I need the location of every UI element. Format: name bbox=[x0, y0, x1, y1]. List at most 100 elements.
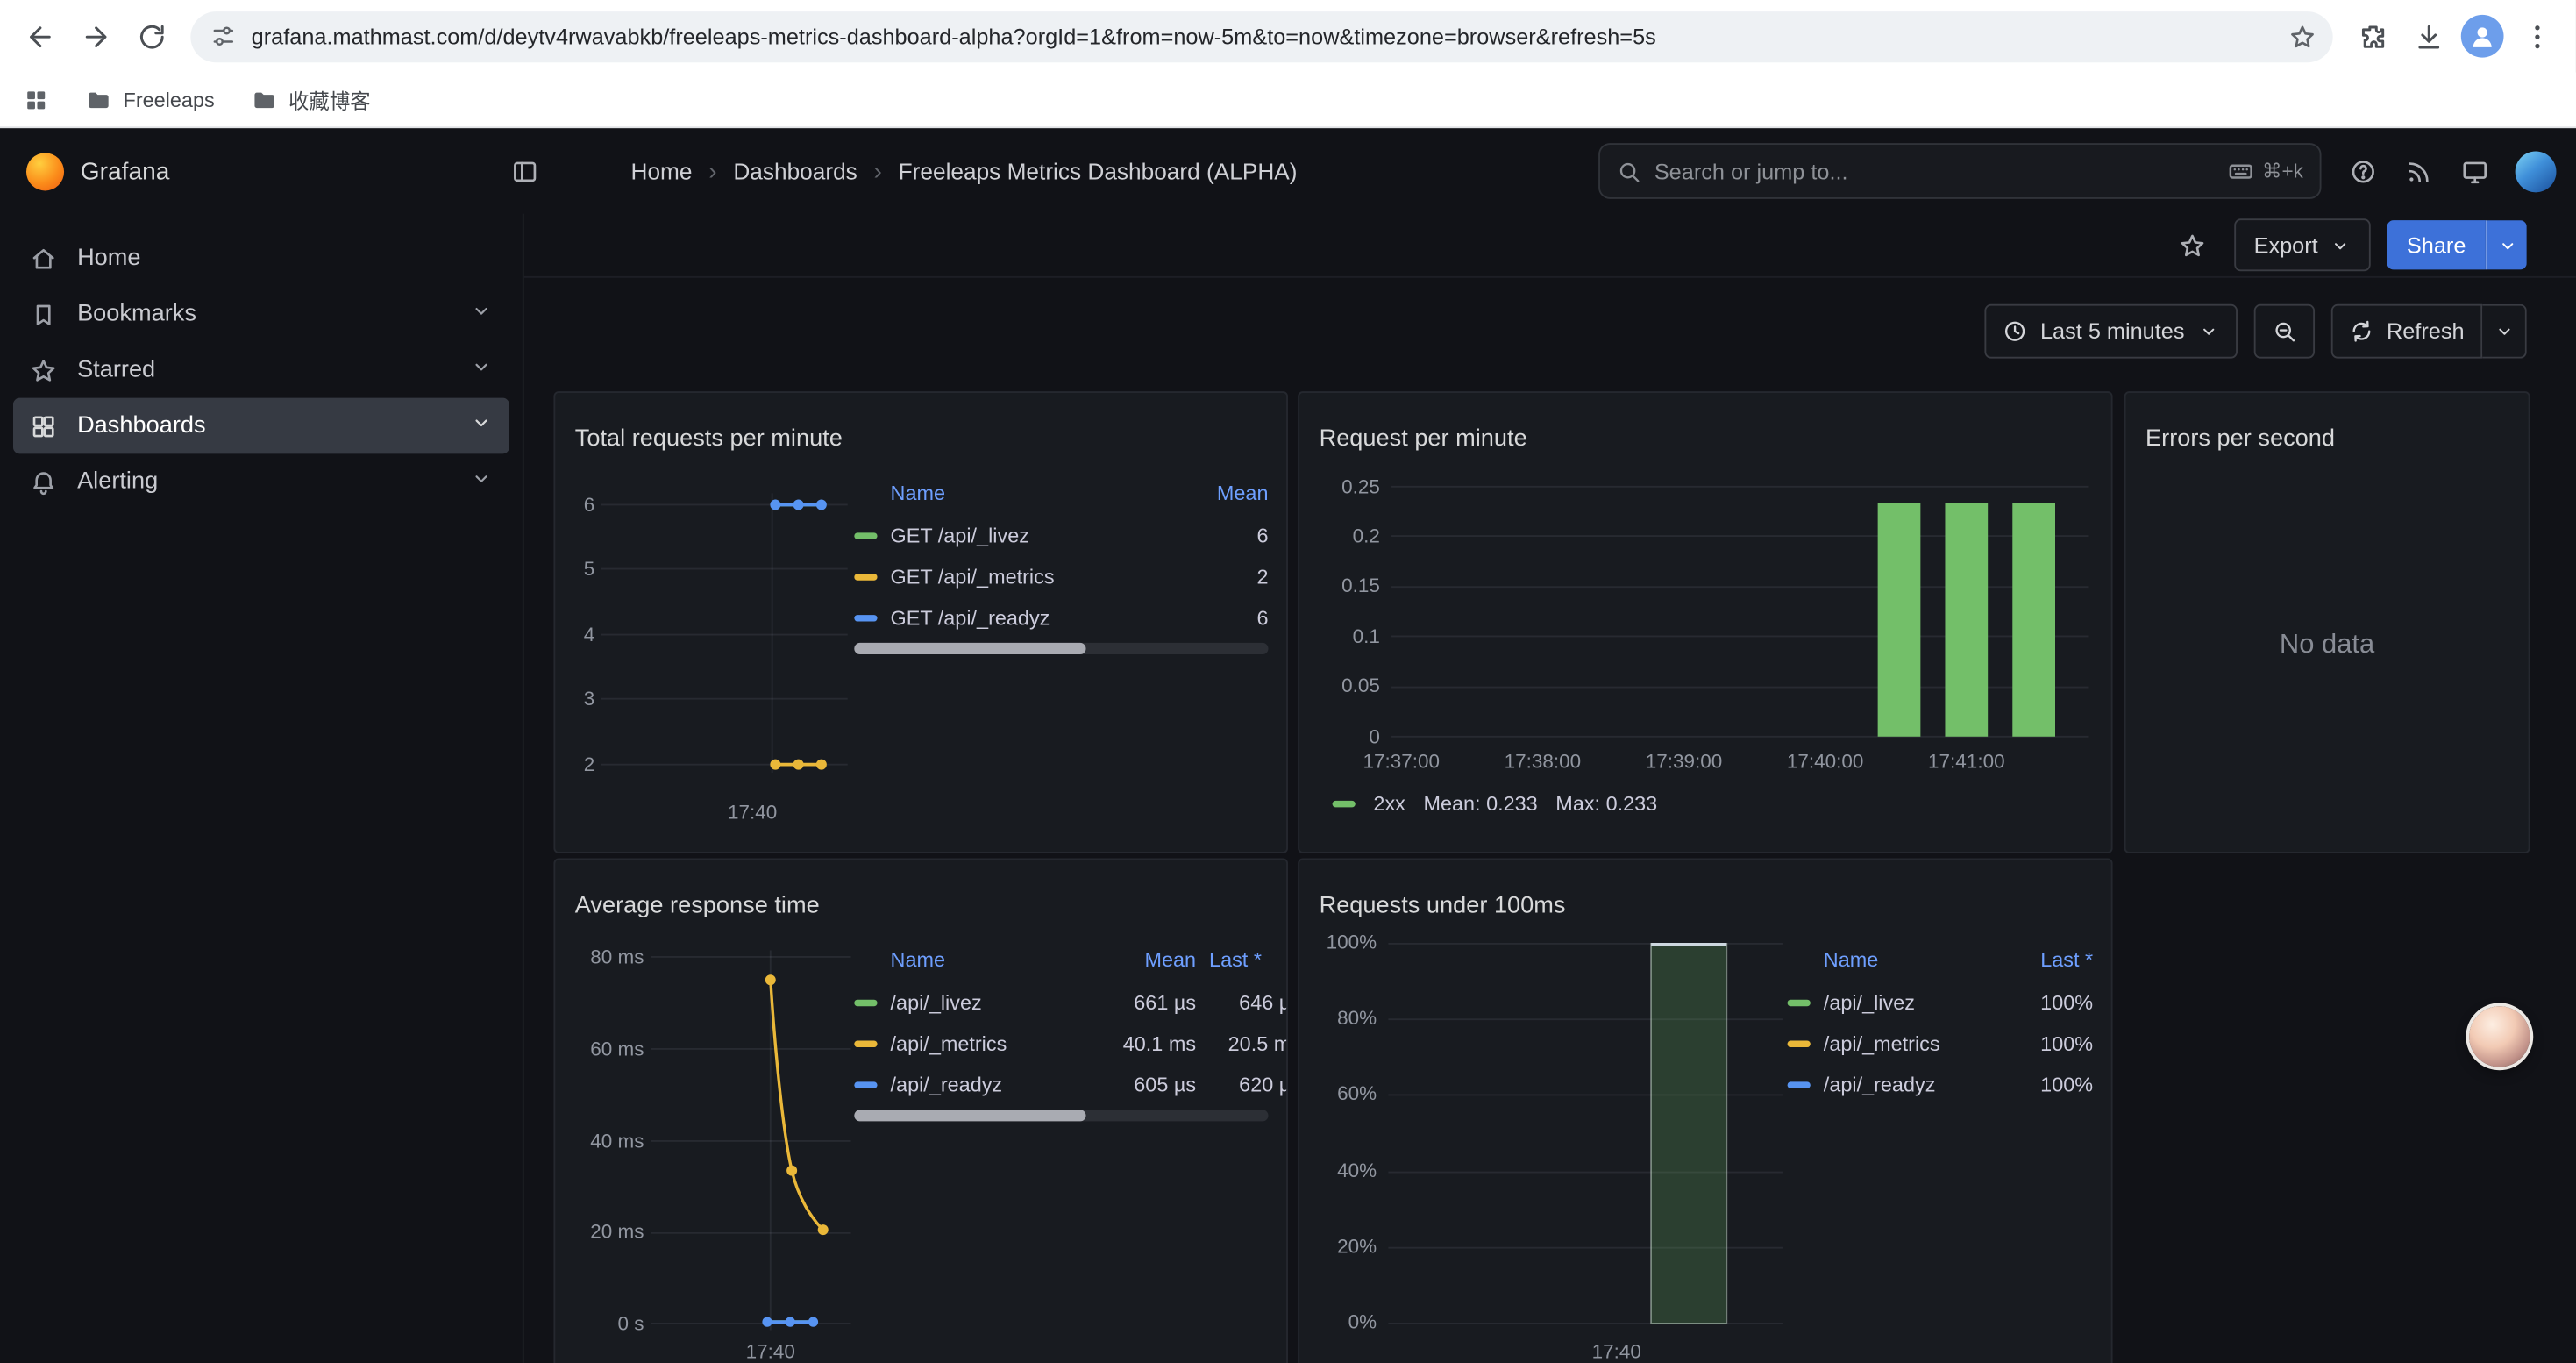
series-color-chip bbox=[1788, 1040, 1811, 1046]
grafana-logo-icon[interactable] bbox=[26, 152, 64, 189]
back-button[interactable] bbox=[13, 10, 66, 62]
series-name[interactable]: GET /api/_livez bbox=[891, 524, 1184, 546]
panel-title[interactable]: Request per minute bbox=[1320, 426, 1527, 453]
search-icon bbox=[1617, 159, 1641, 183]
breadcrumb-home[interactable]: Home bbox=[631, 158, 693, 184]
x-tick: 17:37:00 bbox=[1348, 750, 1454, 774]
legend-header-name[interactable]: Name bbox=[891, 949, 1085, 972]
chevron-down-icon[interactable] bbox=[470, 355, 493, 385]
folder-icon bbox=[251, 86, 277, 112]
extensions-button[interactable] bbox=[2346, 10, 2399, 62]
legend-scrollbar[interactable] bbox=[854, 1110, 1268, 1121]
downloads-button[interactable] bbox=[2402, 10, 2454, 62]
site-info-icon[interactable] bbox=[210, 23, 237, 49]
series-name[interactable]: /api/_livez bbox=[891, 990, 1085, 1013]
chevron-down-icon bbox=[2496, 234, 2517, 255]
series-color-chip bbox=[854, 573, 877, 579]
help-icon bbox=[2348, 157, 2376, 185]
grafana-app: Grafana Home › Dashboards › Freeleaps Me… bbox=[0, 128, 2576, 1363]
y-tick: 20% bbox=[1299, 1235, 1377, 1260]
sidebar-item-alerting[interactable]: Alerting bbox=[13, 453, 509, 510]
chevron-down-icon[interactable] bbox=[470, 299, 493, 329]
monitor-icon bbox=[2460, 157, 2488, 185]
refresh-split-button: Refresh bbox=[2330, 304, 2526, 359]
y-tick: 0.2 bbox=[1299, 525, 1380, 549]
reload-button[interactable] bbox=[125, 10, 177, 62]
forward-button[interactable] bbox=[69, 10, 122, 62]
legend-row: /api/_metrics 100% bbox=[1788, 1023, 2094, 1064]
address-bar[interactable]: grafana.mathmast.com/d/deytv4rwavabkb/fr… bbox=[190, 11, 2332, 61]
breadcrumb-separator: › bbox=[874, 157, 882, 185]
grafana-body: Home Bookmarks Starred Dashboards bbox=[0, 214, 2576, 1363]
series-name[interactable]: /api/_readyz bbox=[891, 1073, 1085, 1095]
y-tick: 0 bbox=[1299, 725, 1380, 750]
zoom-out-button[interactable] bbox=[2253, 304, 2314, 359]
display-button[interactable] bbox=[2450, 146, 2499, 196]
chevron-down-icon[interactable] bbox=[470, 467, 493, 496]
refresh-interval-dropdown[interactable] bbox=[2482, 304, 2527, 359]
legend-header-mean[interactable]: Mean bbox=[1098, 949, 1196, 972]
y-tick: 60% bbox=[1299, 1081, 1377, 1106]
series-name[interactable]: GET /api/_readyz bbox=[891, 606, 1184, 629]
legend-header-name[interactable]: Name bbox=[1824, 949, 2001, 972]
search-input[interactable]: Search or jump to... ⌘+k bbox=[1598, 143, 2321, 199]
spacer bbox=[1788, 957, 1811, 963]
series-color-chip bbox=[854, 1081, 877, 1087]
panel-title[interactable]: Average response time bbox=[575, 893, 820, 919]
scrollbar-thumb[interactable] bbox=[854, 643, 1085, 654]
series-color-chip bbox=[854, 999, 877, 1005]
sidebar-item-bookmarks[interactable]: Bookmarks bbox=[13, 286, 509, 342]
sidebar-item-starred[interactable]: Starred bbox=[13, 342, 509, 398]
bookmark-item-freeleaps[interactable]: Freeleaps bbox=[85, 86, 214, 112]
floating-avatar[interactable] bbox=[2469, 1006, 2530, 1067]
bookmark-star-icon[interactable] bbox=[2281, 15, 2323, 58]
browser-menu-button[interactable] bbox=[2510, 10, 2563, 62]
scrollbar-thumb[interactable] bbox=[854, 1110, 1085, 1121]
header-icons bbox=[2338, 146, 2556, 196]
help-button[interactable] bbox=[2338, 146, 2387, 196]
y-tick: 4 bbox=[555, 623, 594, 647]
legend-header-mean[interactable]: Mean bbox=[1196, 482, 1268, 504]
bookmark-item-blogs[interactable]: 收藏博客 bbox=[251, 84, 371, 116]
legend-scrollbar[interactable] bbox=[854, 643, 1268, 654]
dashboard-content: Export Share Last bbox=[524, 214, 2576, 1363]
legend-header-last[interactable]: Last * bbox=[1209, 949, 1288, 972]
time-range-picker[interactable]: Last 5 minutes bbox=[1984, 304, 2237, 359]
series-name[interactable]: GET /api/_metrics bbox=[891, 565, 1184, 588]
series-last: 100% bbox=[2014, 1073, 2093, 1095]
series-name[interactable]: 2xx bbox=[1373, 793, 1405, 816]
legend-header-last[interactable]: Last * bbox=[2014, 949, 2093, 972]
favorite-dashboard-button[interactable] bbox=[2168, 220, 2217, 269]
y-tick: 40% bbox=[1299, 1160, 1377, 1184]
breadcrumb-dashboards[interactable]: Dashboards bbox=[733, 158, 857, 184]
sidebar-item-dashboards[interactable]: Dashboards bbox=[13, 398, 509, 454]
legend-header-name[interactable]: Name bbox=[891, 482, 1184, 504]
user-avatar[interactable] bbox=[2516, 151, 2557, 192]
news-button[interactable] bbox=[2394, 146, 2443, 196]
sidebar-item-home[interactable]: Home bbox=[13, 230, 509, 286]
y-tick: 80% bbox=[1299, 1006, 1377, 1031]
series-name[interactable]: /api/_readyz bbox=[1824, 1073, 2001, 1095]
panel-title[interactable]: Total requests per minute bbox=[575, 426, 843, 453]
line-chart bbox=[651, 942, 851, 1345]
url-text: grafana.mathmast.com/d/deytv4rwavabkb/fr… bbox=[252, 24, 2266, 48]
series-name[interactable]: /api/_livez bbox=[1824, 990, 2001, 1013]
sidebar-item-label: Dashboards bbox=[77, 412, 450, 439]
series-name[interactable]: /api/_metrics bbox=[1824, 1031, 2001, 1054]
apps-grid-icon bbox=[23, 86, 49, 112]
share-button[interactable]: Share bbox=[2387, 220, 2485, 269]
panel-title[interactable]: Errors per second bbox=[2145, 426, 2335, 453]
series-name[interactable]: /api/_metrics bbox=[891, 1031, 1085, 1054]
x-tick: 17:40:00 bbox=[1773, 750, 1878, 774]
apps-grid-button[interactable] bbox=[23, 86, 49, 112]
home-icon bbox=[30, 244, 58, 272]
panel-title[interactable]: Requests under 100ms bbox=[1320, 893, 1566, 919]
chevron-down-icon bbox=[2197, 321, 2218, 342]
chevron-down-icon[interactable] bbox=[470, 411, 493, 441]
browser-profile-avatar[interactable] bbox=[2461, 15, 2504, 58]
export-button[interactable]: Export bbox=[2234, 218, 2371, 271]
sidebar-toggle-button[interactable] bbox=[500, 146, 549, 196]
share-dropdown-button[interactable] bbox=[2486, 220, 2527, 269]
kebab-menu-icon bbox=[2521, 20, 2552, 52]
refresh-button[interactable]: Refresh bbox=[2330, 304, 2482, 359]
